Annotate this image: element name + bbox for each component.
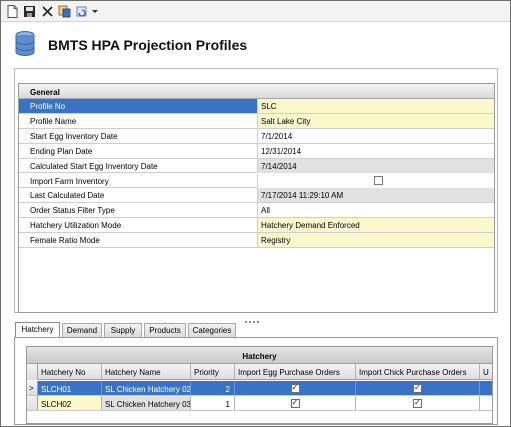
property-value-field[interactable]: All: [258, 203, 494, 218]
tab-demand[interactable]: Demand: [62, 323, 102, 337]
page-title: BMTS HPA Projection Profiles: [48, 37, 248, 53]
checkbox-checked[interactable]: [290, 398, 300, 408]
row-indicator-header: [27, 364, 38, 380]
tab-categories[interactable]: Categories: [188, 323, 236, 337]
property-row[interactable]: Order Status Filter Type All: [19, 203, 494, 219]
column-header-import-egg-purchase-orders[interactable]: Import Egg Purchase Orders: [235, 364, 356, 379]
property-value-field[interactable]: SLC: [258, 99, 494, 113]
property-value-field[interactable]: Salt Lake City: [258, 113, 494, 128]
property-label: Hatchery Utilization Mode: [19, 218, 258, 233]
cell-truncated[interactable]: [480, 396, 492, 410]
toolbar: [1, 1, 510, 22]
row-indicator[interactable]: [27, 396, 38, 410]
tab-hatchery[interactable]: Hatchery: [15, 322, 60, 337]
general-property-grid: General Profile No SLC Profile Name Salt La…: [18, 83, 495, 313]
property-label: Female Ratio Mode: [19, 233, 258, 248]
checkbox-checked[interactable]: [413, 383, 422, 393]
property-row[interactable]: Import Farm Inventory: [19, 173, 494, 189]
checkbox-checked[interactable]: [290, 383, 300, 393]
page-header: BMTS HPA Projection Profiles: [1, 22, 510, 68]
property-label: Import Farm Inventory: [19, 173, 258, 188]
column-header-priority[interactable]: Priority: [191, 364, 235, 379]
property-value-field[interactable]: 7/14/2014: [258, 158, 494, 173]
general-section-header: General: [19, 84, 494, 99]
property-label: Profile Name: [19, 113, 258, 128]
property-value-field[interactable]: 7/1/2014: [258, 128, 494, 143]
tab-supply[interactable]: Supply: [104, 323, 142, 337]
checkbox-checked[interactable]: [413, 398, 422, 408]
column-header-import-chick-purchase-orders[interactable]: Import Chick Purchase Orders: [356, 364, 480, 379]
hatchery-grid-header-row: Hatchery No Hatchery Name Priority Impor…: [27, 364, 492, 380]
tab-products[interactable]: Products: [144, 323, 186, 337]
property-label: Last Calculated Date: [19, 188, 258, 203]
hatchery-grid-title: Hatchery: [27, 347, 492, 364]
splitter-handle[interactable]: [245, 316, 263, 323]
property-row[interactable]: Hatchery Utilization Mode Hatchery Demand…: [19, 218, 494, 234]
cell-hatchery-no[interactable]: SLCH01: [38, 381, 102, 395]
property-value-field[interactable]: Hatchery Demand Enforced: [258, 218, 494, 233]
delete-icon[interactable]: [40, 4, 55, 19]
property-row[interactable]: Last Calculated Date 7/17/2014 11:29:10 A…: [19, 188, 494, 204]
property-label: Order Status Filter Type: [19, 203, 258, 218]
property-label: Ending Plan Date: [19, 143, 258, 158]
import-farm-inventory-checkbox[interactable]: [374, 175, 383, 185]
property-value-field[interactable]: 12/31/2014: [258, 143, 494, 158]
property-row[interactable]: Profile No SLC: [19, 99, 494, 114]
property-value-field[interactable]: [258, 173, 494, 188]
cell-hatchery-name[interactable]: SL Chicken Hatchery 03: [102, 396, 191, 410]
new-document-icon[interactable]: [5, 4, 20, 19]
database-icon: [15, 31, 35, 57]
property-row[interactable]: Start Egg Inventory Date 7/1/2014: [19, 128, 494, 144]
property-row[interactable]: Profile Name Salt Lake City: [19, 113, 494, 129]
refresh-icon[interactable]: [75, 4, 90, 19]
property-row[interactable]: Ending Plan Date 12/31/2014: [19, 143, 494, 159]
cell-truncated[interactable]: [480, 381, 492, 395]
cell-priority[interactable]: 1: [191, 396, 235, 410]
row-indicator[interactable]: >: [27, 381, 38, 395]
property-value-field[interactable]: Registry: [258, 233, 494, 248]
cell-priority[interactable]: 2: [191, 381, 235, 395]
column-header-hatchery-name[interactable]: Hatchery Name: [102, 364, 191, 379]
property-label: Start Egg Inventory Date: [19, 128, 258, 143]
properties-panel: General Profile No SLC Profile Name Salt La…: [14, 68, 498, 313]
table-row[interactable]: > SLCH01 SL Chicken Hatchery 02 2: [27, 381, 492, 396]
cell-import-chick-checkbox[interactable]: [356, 396, 480, 410]
property-label: Profile No: [19, 99, 258, 113]
property-row[interactable]: Female Ratio Mode Registry: [19, 233, 494, 248]
cell-hatchery-name[interactable]: SL Chicken Hatchery 02: [102, 381, 191, 395]
dropdown-arrow-icon[interactable]: [91, 4, 99, 19]
property-label: Calculated Start Egg Inventory Date: [19, 158, 258, 173]
property-row[interactable]: Calculated Start Egg Inventory Date 7/14/…: [19, 158, 494, 174]
column-header-truncated[interactable]: U: [480, 364, 492, 379]
hatchery-panel: Hatchery Hatchery No Hatchery Name Prior…: [14, 337, 498, 425]
cell-import-egg-checkbox[interactable]: [235, 381, 356, 395]
column-header-hatchery-no[interactable]: Hatchery No: [38, 364, 102, 379]
cell-import-chick-checkbox[interactable]: [356, 381, 480, 395]
table-row[interactable]: SLCH02 SL Chicken Hatchery 03 1: [27, 396, 492, 411]
cell-hatchery-no[interactable]: SLCH02: [38, 396, 102, 410]
copy-icon[interactable]: [57, 4, 72, 19]
property-value-field[interactable]: 7/17/2014 11:29:10 AM: [258, 188, 494, 203]
save-icon[interactable]: [22, 4, 37, 19]
hatchery-grid: Hatchery Hatchery No Hatchery Name Prior…: [26, 346, 493, 424]
cell-import-egg-checkbox[interactable]: [235, 396, 356, 410]
